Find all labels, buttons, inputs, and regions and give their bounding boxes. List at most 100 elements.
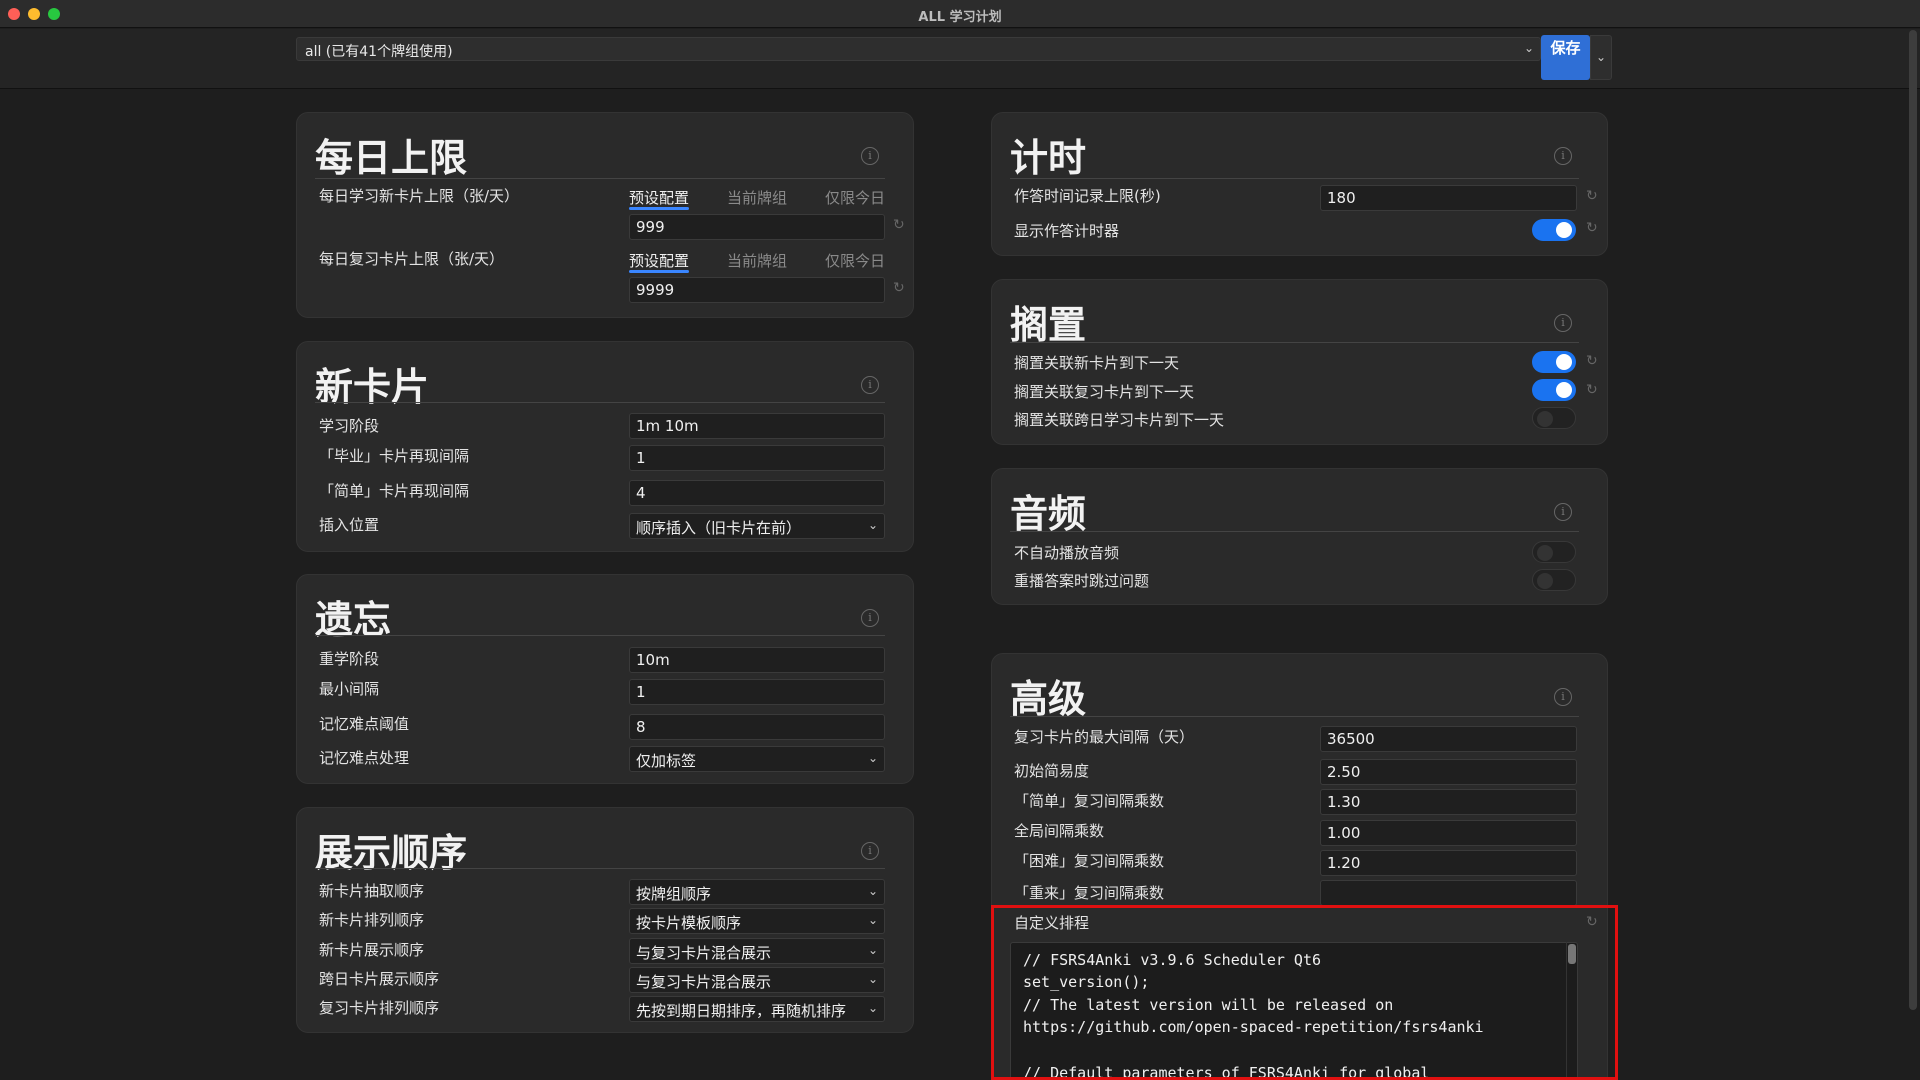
- divider: [315, 635, 885, 636]
- minimum-interval-input[interactable]: 1: [629, 679, 885, 705]
- reset-icon[interactable]: ↻: [1586, 382, 1598, 398]
- new-cards-panel: 新卡片 i 学习阶段 1m 10m 「毕业」卡片再现间隔 1 「简单」卡片再现间…: [296, 341, 914, 552]
- divider: [315, 868, 885, 869]
- new-sort-order-select[interactable]: 按卡片模板顺序 ⌄: [629, 908, 885, 934]
- review-sort-order-value: 先按到期日期排序，再随机排序: [636, 1002, 847, 1020]
- burying-panel: 搁置 i 搁置关联新卡片到下一天 ↻ 搁置关联复习卡片到下一天 ↻ 搁置关联跨日…: [991, 279, 1608, 445]
- new-gather-order-select[interactable]: 按牌组顺序 ⌄: [629, 879, 885, 905]
- starting-ease-input[interactable]: 2.50: [1320, 759, 1577, 785]
- interval-modifier-label: 全局间隔乘数: [1014, 822, 1105, 840]
- leech-action-select[interactable]: 仅加标签 ⌄: [629, 746, 885, 772]
- chevron-down-icon: ⌄: [1523, 41, 1534, 55]
- max-answer-seconds-label: 作答时间记录上限(秒): [1014, 187, 1161, 205]
- reset-icon[interactable]: ↻: [893, 280, 905, 296]
- info-icon[interactable]: i: [861, 376, 879, 394]
- relearning-steps-input[interactable]: 10m: [629, 647, 885, 673]
- max-answer-seconds-input[interactable]: 180: [1320, 185, 1577, 211]
- reviews-per-day-label: 每日复习卡片上限（张/天）: [319, 250, 505, 268]
- new-cards-per-day-label: 每日学习新卡片上限（张/天）: [319, 187, 520, 205]
- skip-question-on-replay-toggle[interactable]: [1532, 569, 1576, 591]
- display-order-panel: 展示顺序 i 新卡片抽取顺序 按牌组顺序 ⌄ 新卡片排列顺序 按卡片模板顺序 ⌄…: [296, 807, 914, 1033]
- new-review-order-value: 与复习卡片混合展示: [636, 944, 772, 962]
- reset-icon[interactable]: ↻: [1586, 188, 1598, 204]
- active-tab-indicator: [629, 270, 689, 273]
- new-review-order-select[interactable]: 与复习卡片混合展示 ⌄: [629, 938, 885, 964]
- tab-today-only[interactable]: 仅限今日: [825, 187, 885, 208]
- tab-preset[interactable]: 预设配置: [629, 250, 689, 271]
- panel-title: 计时: [1010, 136, 1087, 180]
- preset-select[interactable]: all (已有41个牌组使用) ⌄: [296, 37, 1541, 61]
- starting-ease-label: 初始简易度: [1014, 762, 1090, 780]
- review-sort-order-select[interactable]: 先按到期日期排序，再随机排序 ⌄: [629, 996, 885, 1022]
- new-interval-input[interactable]: [1320, 880, 1577, 906]
- interval-modifier-input[interactable]: 1.00: [1320, 820, 1577, 846]
- tab-today-only[interactable]: 仅限今日: [825, 250, 885, 271]
- save-options-dropdown[interactable]: ⌄: [1590, 35, 1612, 80]
- divider: [315, 178, 885, 179]
- bury-interday-siblings-toggle[interactable]: [1532, 407, 1576, 429]
- tab-this-deck[interactable]: 当前牌组: [727, 250, 787, 271]
- show-timer-toggle[interactable]: [1532, 219, 1576, 241]
- audio-panel: 音频 i 不自动播放音频 重播答案时跳过问题: [991, 468, 1608, 605]
- window-title: ALL 学习计划: [918, 10, 1002, 25]
- toggle-knob: [1556, 382, 1572, 398]
- interday-learning-order-select[interactable]: 与复习卡片混合展示 ⌄: [629, 967, 885, 993]
- info-icon[interactable]: i: [1554, 688, 1572, 706]
- reviews-per-day-input[interactable]: 9999: [629, 277, 885, 303]
- toggle-knob: [1556, 222, 1572, 238]
- leech-threshold-label: 记忆难点阈值: [319, 715, 410, 733]
- chevron-down-icon: ⌄: [1595, 50, 1607, 64]
- new-review-order-label: 新卡片展示顺序: [319, 941, 425, 959]
- hard-interval-label: 「困难」复习间隔乘数: [1014, 852, 1165, 870]
- reset-icon[interactable]: ↻: [1586, 353, 1598, 369]
- new-gather-order-label: 新卡片抽取顺序: [319, 882, 425, 900]
- bury-new-siblings-label: 搁置关联新卡片到下一天: [1014, 354, 1180, 372]
- leech-threshold-input[interactable]: 8: [629, 714, 885, 740]
- tab-this-deck[interactable]: 当前牌组: [727, 187, 787, 208]
- title-bar: ALL 学习计划: [0, 0, 1920, 28]
- chevron-down-icon: ⌄: [867, 943, 878, 957]
- lapses-panel: 遗忘 i 重学阶段 10m 最小间隔 1 记忆难点阈值 8 记忆难点处理 仅加标…: [296, 574, 914, 784]
- relearning-steps-label: 重学阶段: [319, 650, 380, 668]
- easy-bonus-label: 「简单」复习间隔乘数: [1014, 792, 1165, 810]
- panel-title: 搁置: [1010, 303, 1087, 347]
- new-sort-order-value: 按卡片模板顺序: [636, 914, 742, 932]
- learning-steps-input[interactable]: 1m 10m: [629, 413, 885, 439]
- toggle-knob: [1537, 411, 1553, 427]
- skip-question-on-replay-label: 重播答案时跳过问题: [1014, 572, 1150, 590]
- easy-interval-input[interactable]: 4: [629, 480, 885, 506]
- reset-icon[interactable]: ↻: [893, 217, 905, 233]
- easy-interval-label: 「简单」卡片再现间隔: [319, 482, 470, 500]
- active-tab-indicator: [629, 207, 689, 210]
- divider: [1010, 531, 1579, 532]
- preset-toolbar: all (已有41个牌组使用) ⌄ 保存 ⌄: [0, 29, 1920, 89]
- info-icon[interactable]: i: [861, 842, 879, 860]
- minimum-interval-label: 最小间隔: [319, 680, 380, 698]
- no-autoplay-audio-label: 不自动播放音频: [1014, 544, 1120, 562]
- tab-preset[interactable]: 预设配置: [629, 187, 689, 208]
- maximum-interval-input[interactable]: 36500: [1320, 726, 1577, 752]
- bury-new-siblings-toggle[interactable]: [1532, 351, 1576, 373]
- insertion-order-select[interactable]: 顺序插入（旧卡片在前） ⌄: [629, 513, 885, 539]
- easy-bonus-input[interactable]: 1.30: [1320, 789, 1577, 815]
- bury-review-siblings-toggle[interactable]: [1532, 379, 1576, 401]
- reset-icon[interactable]: ↻: [1586, 220, 1598, 236]
- info-icon[interactable]: i: [1554, 147, 1572, 165]
- info-icon[interactable]: i: [1554, 503, 1572, 521]
- show-timer-label: 显示作答计时器: [1014, 222, 1120, 240]
- hard-interval-input[interactable]: 1.20: [1320, 850, 1577, 876]
- window-scrollbar[interactable]: [1909, 30, 1917, 1010]
- save-button[interactable]: 保存: [1541, 35, 1590, 80]
- new-cards-per-day-input[interactable]: 999: [629, 214, 885, 240]
- panel-title: 每日上限: [315, 136, 468, 180]
- info-icon[interactable]: i: [1554, 314, 1572, 332]
- no-autoplay-audio-toggle[interactable]: [1532, 541, 1576, 563]
- divider: [1010, 342, 1579, 343]
- graduating-interval-input[interactable]: 1: [629, 445, 885, 471]
- new-gather-order-value: 按牌组顺序: [636, 885, 712, 903]
- chevron-down-icon: ⌄: [867, 518, 878, 532]
- info-icon[interactable]: i: [861, 147, 879, 165]
- new-sort-order-label: 新卡片排列顺序: [319, 911, 425, 929]
- divider: [315, 402, 885, 403]
- info-icon[interactable]: i: [861, 609, 879, 627]
